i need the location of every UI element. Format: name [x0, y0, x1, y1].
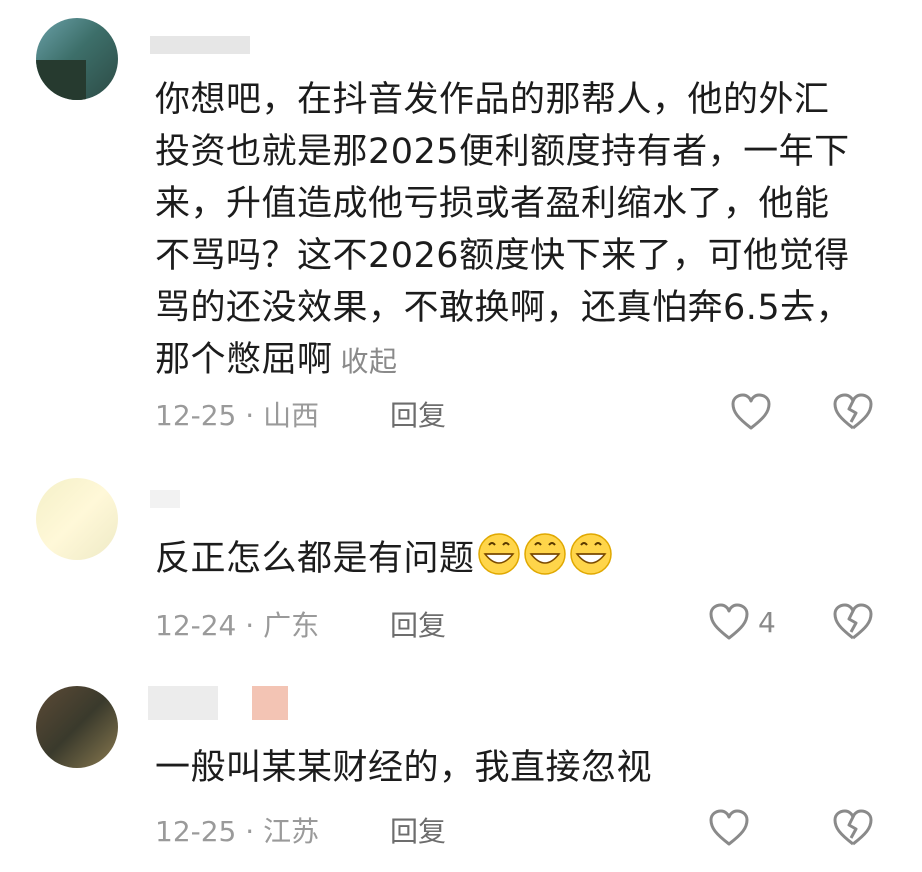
heart-icon — [708, 808, 750, 848]
dislike-button[interactable] — [832, 602, 874, 642]
broken-heart-icon — [832, 602, 874, 642]
grin-emoji-icon — [523, 533, 566, 575]
dislike-button[interactable] — [832, 808, 874, 848]
meta-separator: · — [245, 815, 255, 848]
comment-date: 12-24 — [155, 609, 237, 642]
comment-location: 广东 — [263, 609, 320, 642]
comment-date: 12-25 — [155, 399, 237, 432]
meta-separator: · — [245, 399, 255, 432]
like-button[interactable] — [708, 808, 750, 848]
like-button[interactable]: 4 — [708, 602, 776, 642]
comment-location: 江苏 — [263, 815, 320, 848]
dislike-button[interactable] — [832, 392, 874, 432]
avatar[interactable] — [36, 478, 118, 560]
comment-meta: 12-24 · 广东 — [155, 604, 319, 644]
comment-text: 你想吧，在抖音发作品的那帮人，他的外汇投资也就是那2025便利额度持有者，一年下… — [155, 80, 852, 380]
avatar[interactable] — [36, 18, 118, 100]
collapse-link[interactable]: 收起 — [341, 345, 398, 378]
reply-button[interactable]: 回复 — [390, 394, 446, 434]
comment-date: 12-25 — [155, 815, 237, 848]
comment-meta: 12-25 · 江苏 — [155, 810, 319, 850]
heart-icon — [708, 602, 750, 642]
grin-emoji-icon — [477, 533, 520, 575]
like-count: 4 — [758, 605, 776, 639]
username-blurred[interactable] — [148, 686, 218, 720]
heart-icon — [730, 392, 772, 432]
comment-text: 一般叫某某财经的，我直接忽视 — [155, 748, 653, 788]
comment-meta: 12-25 · 山西 — [155, 394, 319, 434]
reply-button[interactable]: 回复 — [390, 810, 446, 850]
username-blurred[interactable] — [150, 490, 180, 508]
comment-text: 反正怎么都是有问题 — [155, 532, 855, 585]
grin-emoji-icon — [569, 533, 612, 575]
user-badge — [252, 686, 288, 720]
like-button[interactable] — [730, 392, 772, 432]
comment-location: 山西 — [263, 399, 320, 432]
username-blurred[interactable] — [150, 36, 250, 54]
broken-heart-icon — [832, 808, 874, 848]
reply-button[interactable]: 回复 — [390, 604, 446, 644]
avatar[interactable] — [36, 686, 118, 768]
grinning-emoji-icons — [475, 533, 613, 579]
broken-heart-icon — [832, 392, 874, 432]
meta-separator: · — [245, 609, 255, 642]
